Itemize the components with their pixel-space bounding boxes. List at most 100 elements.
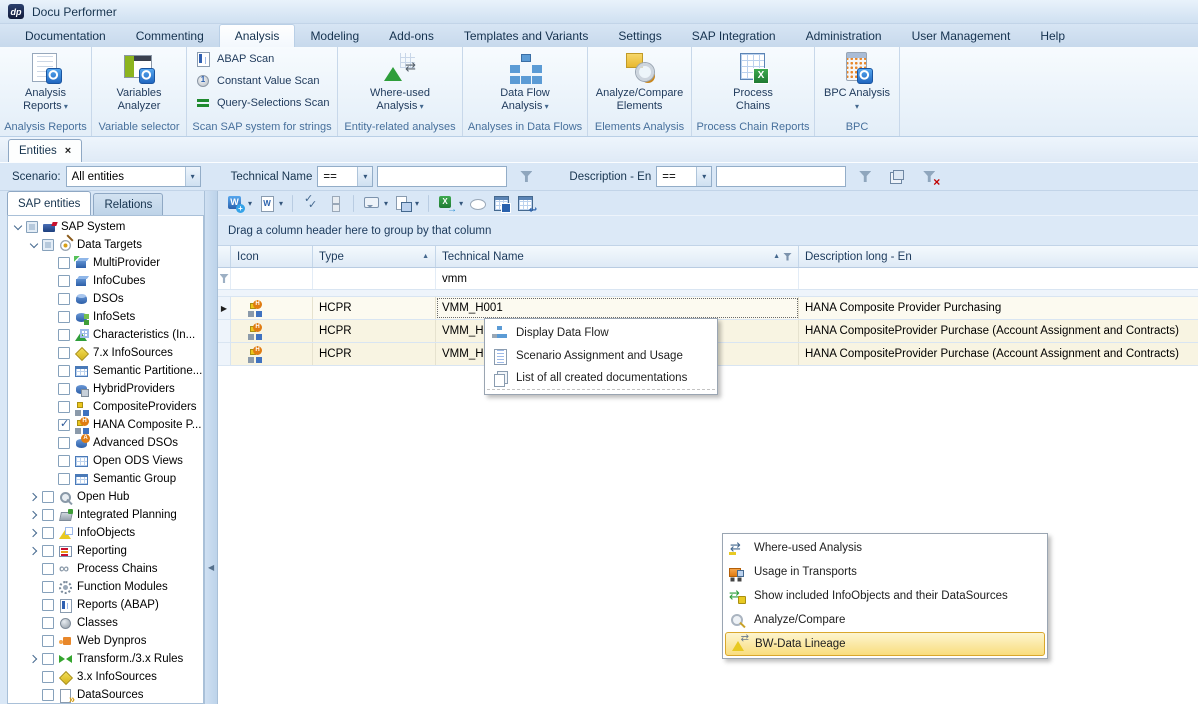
checkbox[interactable]	[42, 653, 54, 665]
expander-icon[interactable]	[44, 419, 57, 431]
menu-tab[interactable]: Templates and Variants	[449, 24, 604, 47]
menu-tab[interactable]: Commenting	[121, 24, 219, 47]
ribbon-button[interactable]: ABAP Scan	[187, 48, 337, 69]
submenu-item[interactable]: BW-Data Lineage	[725, 632, 1045, 656]
column-header[interactable]: Icon	[231, 246, 313, 267]
checkbox[interactable]	[58, 257, 70, 269]
toolbar-button[interactable]	[292, 195, 293, 212]
checkbox[interactable]	[42, 635, 54, 647]
tree-item[interactable]: Reports (ABAP)	[8, 596, 203, 614]
tree-item[interactable]: CompositeProviders	[8, 398, 203, 416]
icon-filter-cell[interactable]	[231, 268, 313, 289]
clear-filter-button[interactable]	[916, 166, 942, 188]
toolbar-button[interactable]	[514, 193, 538, 214]
panel-tab[interactable]: Relations	[93, 193, 163, 215]
context-menu-item[interactable]: Scenario Assignment and Usage	[487, 344, 715, 367]
ribbon-button[interactable]: AnalysisReports	[23, 51, 68, 113]
checkbox[interactable]	[58, 401, 70, 413]
operator-select[interactable]: ==	[317, 166, 373, 187]
ribbon-button[interactable]: Where-usedAnalysis	[370, 51, 430, 113]
tree-item[interactable]: Open ODS Views	[8, 452, 203, 470]
chevron-down-icon[interactable]	[357, 167, 372, 186]
tree-item[interactable]: Characteristics (In...	[8, 326, 203, 344]
tree-item[interactable]: SAP System	[8, 218, 203, 236]
expander-icon[interactable]	[44, 311, 57, 323]
checkbox[interactable]	[58, 437, 70, 449]
submenu-item[interactable]: Analyze/Compare	[725, 608, 1045, 632]
tree-item[interactable]: DataSources	[8, 686, 203, 704]
checkbox[interactable]	[42, 527, 54, 539]
tree-item[interactable]: MultiProvider	[8, 254, 203, 272]
checkbox[interactable]	[42, 545, 54, 557]
expander-icon[interactable]	[44, 455, 57, 467]
checkbox[interactable]	[42, 617, 54, 629]
expander-icon[interactable]	[28, 671, 41, 683]
checkbox[interactable]	[42, 563, 54, 575]
column-header[interactable]: Description long - En	[799, 246, 1198, 267]
column-filter-icon[interactable]	[783, 253, 792, 261]
checkbox[interactable]	[26, 221, 38, 233]
expander-icon[interactable]	[28, 617, 41, 629]
ribbon-button[interactable]: Query-Selections Scan	[187, 92, 337, 113]
technical-name-cell[interactable]: VMM_H001	[436, 297, 799, 319]
menu-tab[interactable]: Modeling	[295, 24, 374, 47]
expander-icon[interactable]	[28, 509, 41, 521]
toolbar-button[interactable]	[299, 193, 323, 214]
document-tab[interactable]: Entities	[8, 139, 82, 162]
toolbar-button[interactable]	[360, 193, 391, 214]
tree-item[interactable]: InfoObjects	[8, 524, 203, 542]
toolbar-button[interactable]	[391, 193, 422, 214]
menu-tab[interactable]: Documentation	[10, 24, 121, 47]
toolbar-button[interactable]	[255, 193, 286, 214]
expander-icon[interactable]	[44, 401, 57, 413]
checkbox[interactable]	[58, 365, 70, 377]
ribbon-button[interactable]: Constant Value Scan	[187, 70, 337, 91]
checkbox[interactable]	[42, 509, 54, 521]
expander-icon[interactable]	[44, 473, 57, 485]
filter-value-input[interactable]	[377, 166, 507, 187]
checkbox[interactable]	[42, 599, 54, 611]
checkbox[interactable]	[58, 455, 70, 467]
checkbox[interactable]	[42, 671, 54, 683]
tree-item[interactable]: DSOs	[8, 290, 203, 308]
tree-item[interactable]: Semantic Group	[8, 470, 203, 488]
expander-icon[interactable]	[28, 653, 41, 665]
toolbar-button[interactable]	[435, 193, 466, 214]
column-header[interactable]: Type	[313, 246, 436, 267]
menu-tab[interactable]: Help	[1025, 24, 1080, 47]
tree-item[interactable]: Semantic Partitione...	[8, 362, 203, 380]
tree-item[interactable]: InfoCubes	[8, 272, 203, 290]
description-filter-cell[interactable]	[799, 268, 1198, 289]
toolbar-button[interactable]	[490, 193, 514, 214]
expander-icon[interactable]	[28, 563, 41, 575]
expander-icon[interactable]	[12, 221, 25, 233]
checkbox[interactable]	[58, 383, 70, 395]
checkbox[interactable]	[42, 581, 54, 593]
checkbox[interactable]	[58, 419, 70, 431]
expander-icon[interactable]	[28, 689, 41, 701]
tree-item[interactable]: InfoSets	[8, 308, 203, 326]
panel-tab[interactable]: SAP entities	[7, 191, 91, 215]
checkbox[interactable]	[42, 239, 54, 251]
checkbox[interactable]	[58, 347, 70, 359]
expander-icon[interactable]	[44, 329, 57, 341]
checkbox[interactable]	[42, 689, 54, 701]
tree-item[interactable]: HANA Composite P...	[8, 416, 203, 434]
menu-tab[interactable]: Administration	[791, 24, 897, 47]
ribbon-button[interactable]: VariablesAnalyzer	[116, 51, 161, 113]
checkbox[interactable]	[58, 293, 70, 305]
technical-name-filter-cell[interactable]: vmm	[436, 268, 799, 289]
apply-filter-button[interactable]	[513, 166, 539, 188]
tree-item[interactable]: Open Hub	[8, 488, 203, 506]
tree-item[interactable]: Classes	[8, 614, 203, 632]
apply-filter-button[interactable]	[852, 166, 878, 188]
tree-item[interactable]: Web Dynpros	[8, 632, 203, 650]
tree-item[interactable]: HybridProviders	[8, 380, 203, 398]
expander-icon[interactable]	[28, 635, 41, 647]
toolbar-button[interactable]	[353, 195, 354, 212]
expander-icon[interactable]	[44, 383, 57, 395]
submenu-item[interactable]: Where-used Analysis	[725, 536, 1045, 560]
toolbar-button[interactable]	[428, 195, 429, 212]
column-header[interactable]: Technical Name	[436, 246, 799, 267]
expander-icon[interactable]	[28, 491, 41, 503]
